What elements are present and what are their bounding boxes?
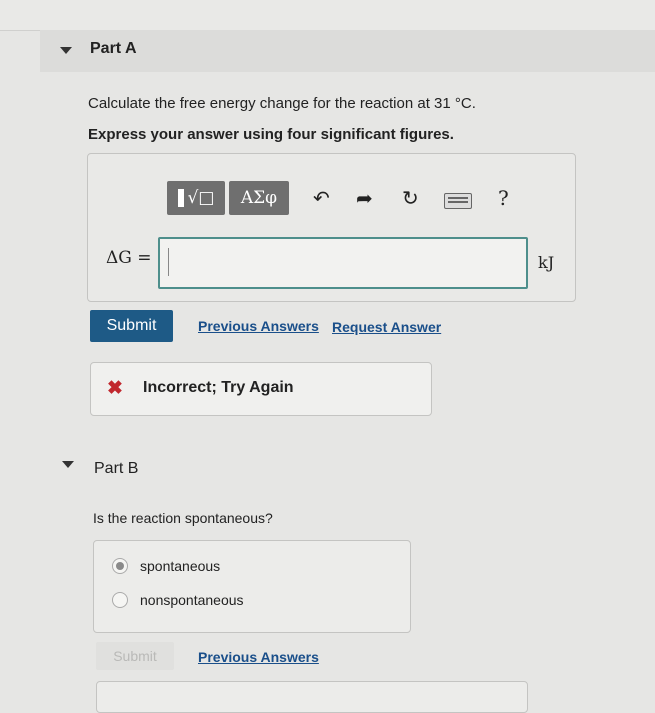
part-b-question: Is the reaction spontaneous? <box>93 510 273 526</box>
submit-button-disabled[interactable]: Submit <box>96 642 174 670</box>
option-nonspontaneous-label[interactable]: nonspontaneous <box>140 592 244 608</box>
part-b-title: Part B <box>94 460 139 477</box>
previous-answers-link-b[interactable]: Previous Answers <box>198 649 319 665</box>
incorrect-icon: ✖ <box>107 378 123 399</box>
text-caret <box>168 248 169 276</box>
collapse-part-b-icon[interactable] <box>62 461 74 468</box>
radio-spontaneous[interactable] <box>112 558 128 574</box>
feedback-box: ✖ Incorrect; Try Again <box>90 362 432 416</box>
unit-label: kJ <box>538 253 555 272</box>
greek-symbols-button[interactable]: ΑΣφ <box>229 181 289 215</box>
request-answer-link[interactable]: Request Answer <box>332 319 441 335</box>
feedback-text: Incorrect; Try Again <box>143 379 294 396</box>
option-spontaneous-label[interactable]: spontaneous <box>140 558 220 574</box>
greek-symbols-label: ΑΣφ <box>240 188 278 208</box>
next-feedback-box <box>96 681 528 713</box>
templates-label: √□ <box>187 188 215 208</box>
template-block-icon <box>177 189 184 207</box>
previous-answers-link[interactable]: Previous Answers <box>198 318 319 334</box>
undo-icon[interactable]: ↶ <box>313 186 330 210</box>
keyboard-icon[interactable] <box>444 193 472 209</box>
reset-icon[interactable]: ↻ <box>402 186 419 210</box>
delta-g-input[interactable] <box>158 237 528 289</box>
part-a-question: Calculate the free energy change for the… <box>88 95 476 112</box>
radio-nonspontaneous[interactable] <box>112 592 128 608</box>
submit-button[interactable]: Submit <box>90 310 173 342</box>
delta-g-label: ΔG = <box>106 248 152 268</box>
redo-icon[interactable]: ➦ <box>356 186 373 210</box>
top-bar <box>0 0 655 31</box>
part-a-title: Part A <box>90 40 137 57</box>
templates-button[interactable]: √□ <box>167 181 225 215</box>
help-button[interactable]: ? <box>498 186 509 210</box>
choice-box <box>93 540 411 633</box>
collapse-part-a-icon[interactable] <box>60 47 72 54</box>
part-a-instruction: Express your answer using four significa… <box>88 126 454 143</box>
